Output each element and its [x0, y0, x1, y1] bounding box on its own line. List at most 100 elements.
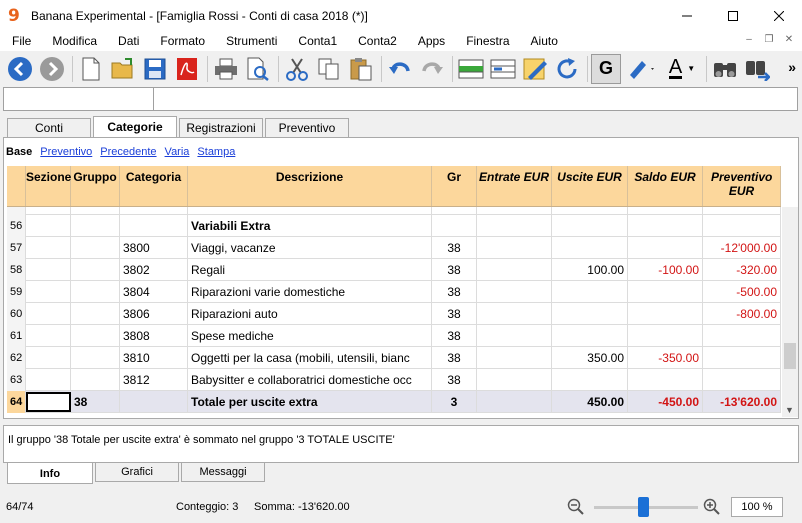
header-gr[interactable]: Gr	[432, 166, 477, 206]
cell-categoria[interactable]: 3802	[120, 259, 188, 281]
view-base[interactable]: Base	[6, 146, 32, 158]
maximize-button[interactable]	[710, 0, 756, 31]
copy-button[interactable]	[314, 54, 344, 84]
cell-preventivo[interactable]	[703, 369, 781, 391]
cell-preventivo[interactable]	[703, 347, 781, 369]
header-categoria[interactable]: Categoria	[120, 166, 188, 206]
cell-preventivo[interactable]	[703, 207, 781, 215]
cell-categoria[interactable]: 3806	[120, 303, 188, 325]
cell-gruppo[interactable]	[71, 303, 120, 325]
paste-button[interactable]	[346, 54, 376, 84]
cell-saldo[interactable]: -100.00	[628, 259, 703, 281]
pdf-button[interactable]	[172, 54, 202, 84]
cell-categoria[interactable]	[120, 207, 188, 215]
cell-entrate[interactable]	[477, 237, 552, 259]
cell-sezione[interactable]	[26, 207, 71, 215]
table-row[interactable]: 60 3806 Riparazioni auto 38 -800.00	[7, 303, 781, 325]
minimize-button[interactable]	[664, 0, 710, 31]
menu-apps[interactable]: Apps	[406, 31, 454, 51]
cell-entrate[interactable]	[477, 325, 552, 347]
cell-sezione[interactable]	[26, 215, 71, 237]
table-row[interactable]: 62 3810 Oggetti per la casa (mobili, ute…	[7, 347, 781, 369]
header-gruppo[interactable]: Gruppo	[71, 166, 120, 206]
cell-saldo[interactable]	[628, 281, 703, 303]
view-precedente[interactable]: Precedente	[100, 146, 156, 158]
scrollbar-thumb[interactable]	[784, 343, 796, 369]
cell-descrizione[interactable]: Riparazioni auto	[188, 303, 432, 325]
menu-finestra[interactable]: Finestra	[454, 31, 518, 51]
cell-uscite[interactable]: 100.00	[552, 259, 628, 281]
cell-gr[interactable]: 38	[432, 281, 477, 303]
cell-descrizione[interactable]: Regali	[188, 259, 432, 281]
cell-categoria[interactable]	[120, 391, 188, 413]
find-button[interactable]	[710, 54, 740, 84]
cell-gr[interactable]	[432, 215, 477, 237]
view-stampa[interactable]: Stampa	[197, 146, 235, 158]
font-color-button[interactable]: A ▼	[663, 54, 701, 84]
menu-aiuto[interactable]: Aiuto	[519, 31, 567, 51]
back-button[interactable]	[5, 54, 35, 84]
cell-saldo[interactable]	[628, 215, 703, 237]
cell-gr[interactable]: 38	[432, 325, 477, 347]
cell-gr[interactable]: 38	[432, 303, 477, 325]
header-uscite[interactable]: Uscite EUR	[552, 166, 628, 206]
zoom-level-field[interactable]: 100 %	[731, 497, 783, 517]
cell-gruppo[interactable]: 38	[71, 391, 120, 413]
menu-formato[interactable]: Formato	[148, 31, 214, 51]
print-button[interactable]	[211, 54, 241, 84]
cell-saldo[interactable]: -450.00	[628, 391, 703, 413]
tab-conti[interactable]: Conti	[7, 118, 91, 137]
cell-sezione[interactable]	[26, 237, 71, 259]
table-row[interactable]: 63 3812 Babysitter e collaboratrici dome…	[7, 369, 781, 391]
cell-descrizione[interactable]: Oggetti per la casa (mobili, utensili, b…	[188, 347, 432, 369]
toolbar-overflow-button[interactable]: »	[788, 59, 796, 75]
cell-uscite[interactable]	[552, 303, 628, 325]
cell-uscite[interactable]	[552, 237, 628, 259]
cell-entrate[interactable]	[477, 215, 552, 237]
mdi-close-icon[interactable]: ✕	[780, 31, 798, 49]
close-button[interactable]	[756, 0, 802, 31]
cell-uscite[interactable]: 450.00	[552, 391, 628, 413]
tab-messaggi[interactable]: Messaggi	[181, 463, 265, 482]
table-row[interactable]: 55	[7, 207, 781, 215]
vertical-scrollbar[interactable]: ▼	[782, 207, 798, 417]
cell-saldo[interactable]	[628, 369, 703, 391]
delete-rows-button[interactable]	[488, 54, 518, 84]
recheck-button[interactable]	[552, 54, 582, 84]
cell-sezione[interactable]	[26, 259, 71, 281]
print-preview-button[interactable]	[243, 54, 273, 84]
undo-button[interactable]	[385, 54, 415, 84]
cell-gr[interactable]: 38	[432, 369, 477, 391]
cell-gr[interactable]: 38	[432, 259, 477, 281]
cell-categoria[interactable]: 3812	[120, 369, 188, 391]
header-entrate[interactable]: Entrate EUR	[477, 166, 552, 206]
cell-gruppo[interactable]	[71, 215, 120, 237]
header-preventivo[interactable]: Preventivo EUR	[703, 166, 781, 206]
cell-uscite[interactable]	[552, 369, 628, 391]
cell-gruppo[interactable]	[71, 259, 120, 281]
cell-saldo[interactable]	[628, 207, 703, 215]
redo-button[interactable]	[417, 54, 447, 84]
header-descrizione[interactable]: Descrizione	[188, 166, 432, 206]
scroll-down-icon[interactable]: ▼	[785, 405, 794, 415]
cell-gruppo[interactable]	[71, 325, 120, 347]
cell-categoria[interactable]	[120, 215, 188, 237]
selected-cell-sezione[interactable]	[26, 392, 71, 412]
tab-preventivo[interactable]: Preventivo	[265, 118, 349, 137]
cell-categoria[interactable]: 3810	[120, 347, 188, 369]
cell-descrizione[interactable]: Riparazioni varie domestiche	[188, 281, 432, 303]
menu-conta1[interactable]: Conta1	[286, 31, 346, 51]
cell-uscite[interactable]	[552, 281, 628, 303]
zoom-slider-thumb[interactable]	[638, 497, 649, 517]
table-row[interactable]: 59 3804 Riparazioni varie domestiche 38 …	[7, 281, 781, 303]
table-row[interactable]: 56 Variabili Extra	[7, 215, 781, 237]
menu-dati[interactable]: Dati	[106, 31, 148, 51]
cell-sezione[interactable]	[26, 281, 71, 303]
cell-categoria[interactable]: 3800	[120, 237, 188, 259]
cell-gruppo[interactable]	[71, 237, 120, 259]
save-button[interactable]	[140, 54, 170, 84]
open-file-button[interactable]	[108, 54, 138, 84]
cell-preventivo[interactable]	[703, 215, 781, 237]
tab-categorie[interactable]: Categorie	[93, 116, 177, 137]
cell-descrizione[interactable]	[188, 207, 432, 215]
